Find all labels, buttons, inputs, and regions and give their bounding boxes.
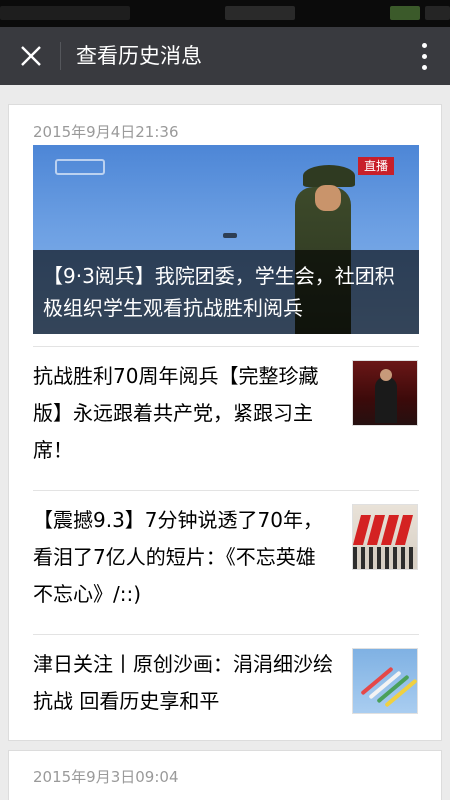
message-group: 2015年9月3日09:04: [8, 750, 442, 800]
message-timestamp: 2015年9月4日21:36: [33, 123, 179, 141]
tv-logo-icon: [55, 159, 105, 175]
article-title: 津日关注丨原创沙画：涓涓细沙绘抗战 回看历史享和平: [33, 652, 333, 713]
battery-icon: [390, 6, 420, 20]
clock-blur: [425, 6, 450, 20]
article-thumbnail: [352, 360, 418, 426]
cover-article[interactable]: 直播 【9·3阅兵】我院团委，学生会，社团积极组织学生观看抗战胜利阅兵: [33, 145, 419, 334]
page-title: 查看历史消息: [76, 44, 202, 68]
close-button[interactable]: [8, 32, 54, 80]
status-center-blur: [225, 6, 295, 20]
article-thumbnail: [352, 648, 418, 714]
list-item[interactable]: 【震撼9.3】7分钟说透了70年，看泪了7亿人的短片：《不忘英雄不忘心》/::): [33, 502, 419, 642]
list-item[interactable]: 抗战胜利70周年阅兵【完整珍藏版】永远跟着共产党，紧跟习主席！: [33, 358, 419, 498]
cover-caption: 【9·3阅兵】我院团委，学生会，社团积极组织学生观看抗战胜利阅兵: [33, 250, 419, 334]
message-timestamp: 2015年9月3日09:04: [33, 768, 179, 786]
message-group: 2015年9月4日21:36 直播 【9·3阅兵】我院团委，学生会，社团积极组织…: [8, 104, 442, 741]
title-divider: [60, 42, 61, 70]
article-thumbnail: [352, 504, 418, 570]
title-bar: 查看历史消息: [0, 27, 450, 85]
more-vertical-icon: [421, 42, 427, 48]
article-title: 抗战胜利70周年阅兵【完整珍藏版】永远跟着共产党，紧跟习主席！: [33, 364, 319, 462]
divider: [33, 346, 419, 347]
divider: [33, 490, 419, 491]
aircraft-icon: [223, 233, 237, 238]
more-button[interactable]: [412, 32, 436, 80]
status-bar: [0, 0, 450, 27]
status-left-blur: [0, 6, 130, 20]
article-title: 【震撼9.3】7分钟说透了70年，看泪了7亿人的短片：《不忘英雄不忘心》/::): [33, 508, 323, 606]
divider: [33, 634, 419, 635]
live-badge: 直播: [358, 157, 395, 175]
close-icon: [21, 46, 41, 66]
